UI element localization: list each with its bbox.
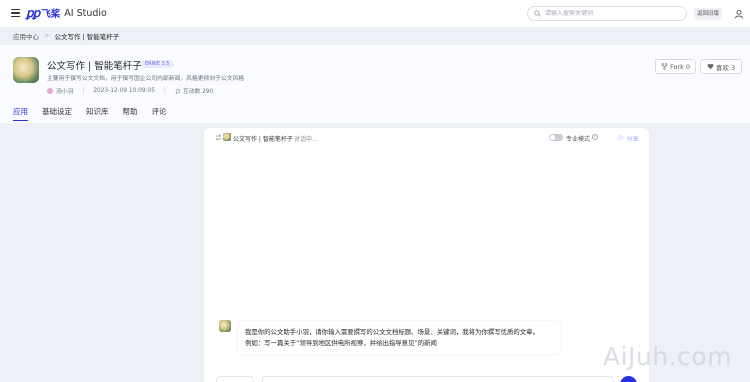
- chat-header: 公文写作 | 智能笔杆子 对话中... 专业模式 ? ▷ 分享: [204, 128, 649, 148]
- fork-icon: [661, 63, 668, 70]
- breadcrumb-current: 公文写作 | 智能笔杆子: [54, 33, 120, 41]
- like-label: 喜欢 3: [715, 63, 736, 72]
- bot-message-avatar: [219, 320, 231, 332]
- chat-status: 对话中...: [294, 136, 318, 143]
- tab-help[interactable]: 帮助: [123, 106, 138, 121]
- tab-basic-settings[interactable]: 基础设定: [42, 106, 72, 121]
- paddle-ai-studio-logo[interactable]: ꝑꝑ 飞桨 AI Studio: [26, 6, 107, 20]
- fork-button[interactable]: Fork 0: [655, 59, 696, 74]
- tab-app[interactable]: 应用: [13, 106, 28, 121]
- tab-comments[interactable]: 评论: [152, 106, 167, 121]
- chat-bot-avatar: [223, 133, 231, 141]
- fork-label: Fork 0: [669, 62, 691, 71]
- chat-input[interactable]: [262, 376, 614, 382]
- top-navigation-bar: ꝑꝑ 飞桨 AI Studio 返回旧版: [0, 0, 750, 28]
- greeting-line-1: 我是你的公文助手小羽，请你输入需要撰写的公文文档标题、场景、关键词，我将为你撰写…: [245, 328, 539, 336]
- app-avatar: [13, 57, 39, 83]
- model-badge: ERNIE 3.5: [141, 60, 174, 68]
- heart-icon: [707, 64, 714, 70]
- logo-mark: ꝑꝑ: [26, 6, 40, 20]
- return-old-version-button[interactable]: 返回旧版: [694, 8, 723, 20]
- publish-datetime: 2023-12-09 10:09:05: [93, 87, 155, 94]
- search-icon: [534, 10, 541, 17]
- interaction-icon: [175, 88, 180, 94]
- app-title: 公文写作 | 智能笔杆子: [47, 61, 142, 72]
- input-tool-button[interactable]: [216, 376, 254, 382]
- logo-product-name: AI Studio: [64, 7, 107, 19]
- app-tabs: 应用 基础设定 知识库 帮助 评论: [13, 106, 167, 121]
- share-icon: ▷: [619, 134, 624, 141]
- search-box[interactable]: [527, 6, 687, 21]
- meta-divider: |: [163, 87, 166, 94]
- watermark: AiJuh.com: [603, 342, 732, 371]
- hamburger-menu-icon[interactable]: [11, 9, 20, 18]
- user-icon[interactable]: [734, 9, 744, 19]
- bot-greeting-message: 我是你的公文助手小羽，请你输入需要撰写的公文文档标题、场景、关键词，我将为你撰写…: [238, 321, 560, 354]
- share-label: 分享: [626, 136, 639, 143]
- breadcrumb: 应用中心 > 公文写作 | 智能笔杆子: [13, 31, 119, 41]
- help-icon[interactable]: ?: [592, 134, 598, 140]
- interaction-count: 互动数 290: [182, 89, 214, 95]
- pro-mode-toggle[interactable]: [549, 134, 563, 141]
- chat-bot-name: 公文写作 | 智能笔杆子: [233, 136, 293, 143]
- pro-mode-label: 专业模式: [566, 136, 591, 143]
- logo-chinese-name: 飞桨: [41, 9, 61, 20]
- meta-divider: |: [82, 87, 85, 94]
- app-meta: 汤小羽 | 2023-12-09 10:09:05 | 互动数 290: [47, 86, 213, 95]
- breadcrumb-app-center-link[interactable]: 应用中心: [13, 31, 39, 41]
- search-input[interactable]: [545, 10, 675, 17]
- swap-icon[interactable]: [215, 134, 222, 141]
- author-avatar: [47, 87, 53, 94]
- like-button[interactable]: 喜欢 3: [700, 59, 742, 74]
- greeting-line-2: 例如：写一篇关于“领导到地区供电所视察，并给出指导意见”的新闻: [245, 339, 437, 347]
- tab-knowledge-base[interactable]: 知识库: [86, 106, 109, 121]
- share-button[interactable]: ▷ 分享: [619, 134, 639, 143]
- app-description: 主要用于撰写公文文档，用于撰写国企公司内部新闻，风格更倾向于公文风格: [47, 76, 245, 82]
- breadcrumb-separator: >: [44, 31, 50, 39]
- author-name[interactable]: 汤小羽: [56, 86, 73, 95]
